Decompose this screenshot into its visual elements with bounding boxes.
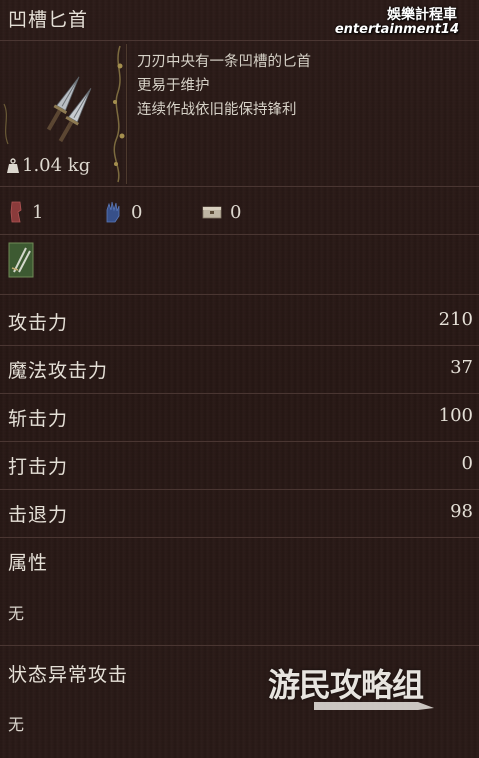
stat-value: 37 — [450, 357, 473, 378]
divider — [0, 186, 479, 187]
stat-label: 击退力 — [8, 504, 69, 526]
stat-row-slash: 斩击力 100 — [0, 394, 479, 442]
weight-value: 1.04 kg — [22, 155, 91, 176]
requirement-dexterity: 0 — [104, 198, 142, 226]
stat-value: 210 — [438, 309, 473, 330]
item-description: 刀刃中央有一条凹槽的匕首 更易于维护 连续作战依旧能保持锋利 — [137, 50, 311, 122]
dagger-class-icon — [8, 242, 34, 278]
weight-icon — [7, 157, 19, 173]
stat-label: 打击力 — [8, 456, 69, 478]
item-title: 凹槽匕首 — [8, 9, 89, 31]
stat-label: 攻击力 — [8, 312, 69, 334]
stat-row-knockback: 击退力 98 — [0, 490, 479, 538]
stat-value: 100 — [438, 405, 473, 426]
strength-icon — [10, 201, 22, 223]
requirement-value: 1 — [32, 201, 44, 223]
attribute-header: 属性 — [0, 538, 479, 586]
divider — [0, 294, 479, 295]
site-watermark: 游民攻略组 — [268, 660, 440, 710]
stat-label: 魔法攻击力 — [8, 360, 109, 382]
requirement-strength: 1 — [8, 198, 43, 226]
divider — [0, 234, 479, 235]
watermark-arrow-icon — [314, 702, 434, 710]
grooved-dagger-icon — [46, 76, 92, 143]
requirement-value: 0 — [230, 201, 242, 223]
description-line: 刀刃中央有一条凹槽的匕首 — [137, 54, 311, 70]
header-divider — [0, 40, 479, 41]
status-attack-label: 状态异常攻击 — [8, 664, 129, 686]
requirement-value: 0 — [131, 201, 143, 223]
chest-icon — [202, 206, 222, 219]
item-weight: 1.04 kg — [6, 155, 90, 176]
watermark-chinese: 娛樂計程車 — [387, 7, 457, 23]
stat-value: 98 — [450, 501, 473, 522]
stat-label: 斩击力 — [8, 408, 69, 430]
attribute-label: 属性 — [8, 552, 49, 574]
stat-row-strike: 打击力 0 — [0, 442, 479, 490]
weapon-class-badge — [8, 242, 34, 278]
stat-row-attack: 攻击力 210 — [0, 298, 479, 346]
description-line: 连续作战依旧能保持锋利 — [137, 102, 297, 118]
requirement-chest: 0 — [202, 198, 241, 226]
dexterity-icon — [106, 201, 120, 223]
description-line: 更易于维护 — [137, 78, 210, 94]
watermark-latin: entertainment14 — [334, 22, 459, 37]
stat-value: 0 — [461, 453, 473, 474]
status-attack-value: 无 — [8, 715, 25, 734]
stat-row-magic-attack: 魔法攻击力 37 — [0, 346, 479, 394]
divider — [0, 645, 479, 646]
attribute-value: 无 — [8, 604, 25, 623]
